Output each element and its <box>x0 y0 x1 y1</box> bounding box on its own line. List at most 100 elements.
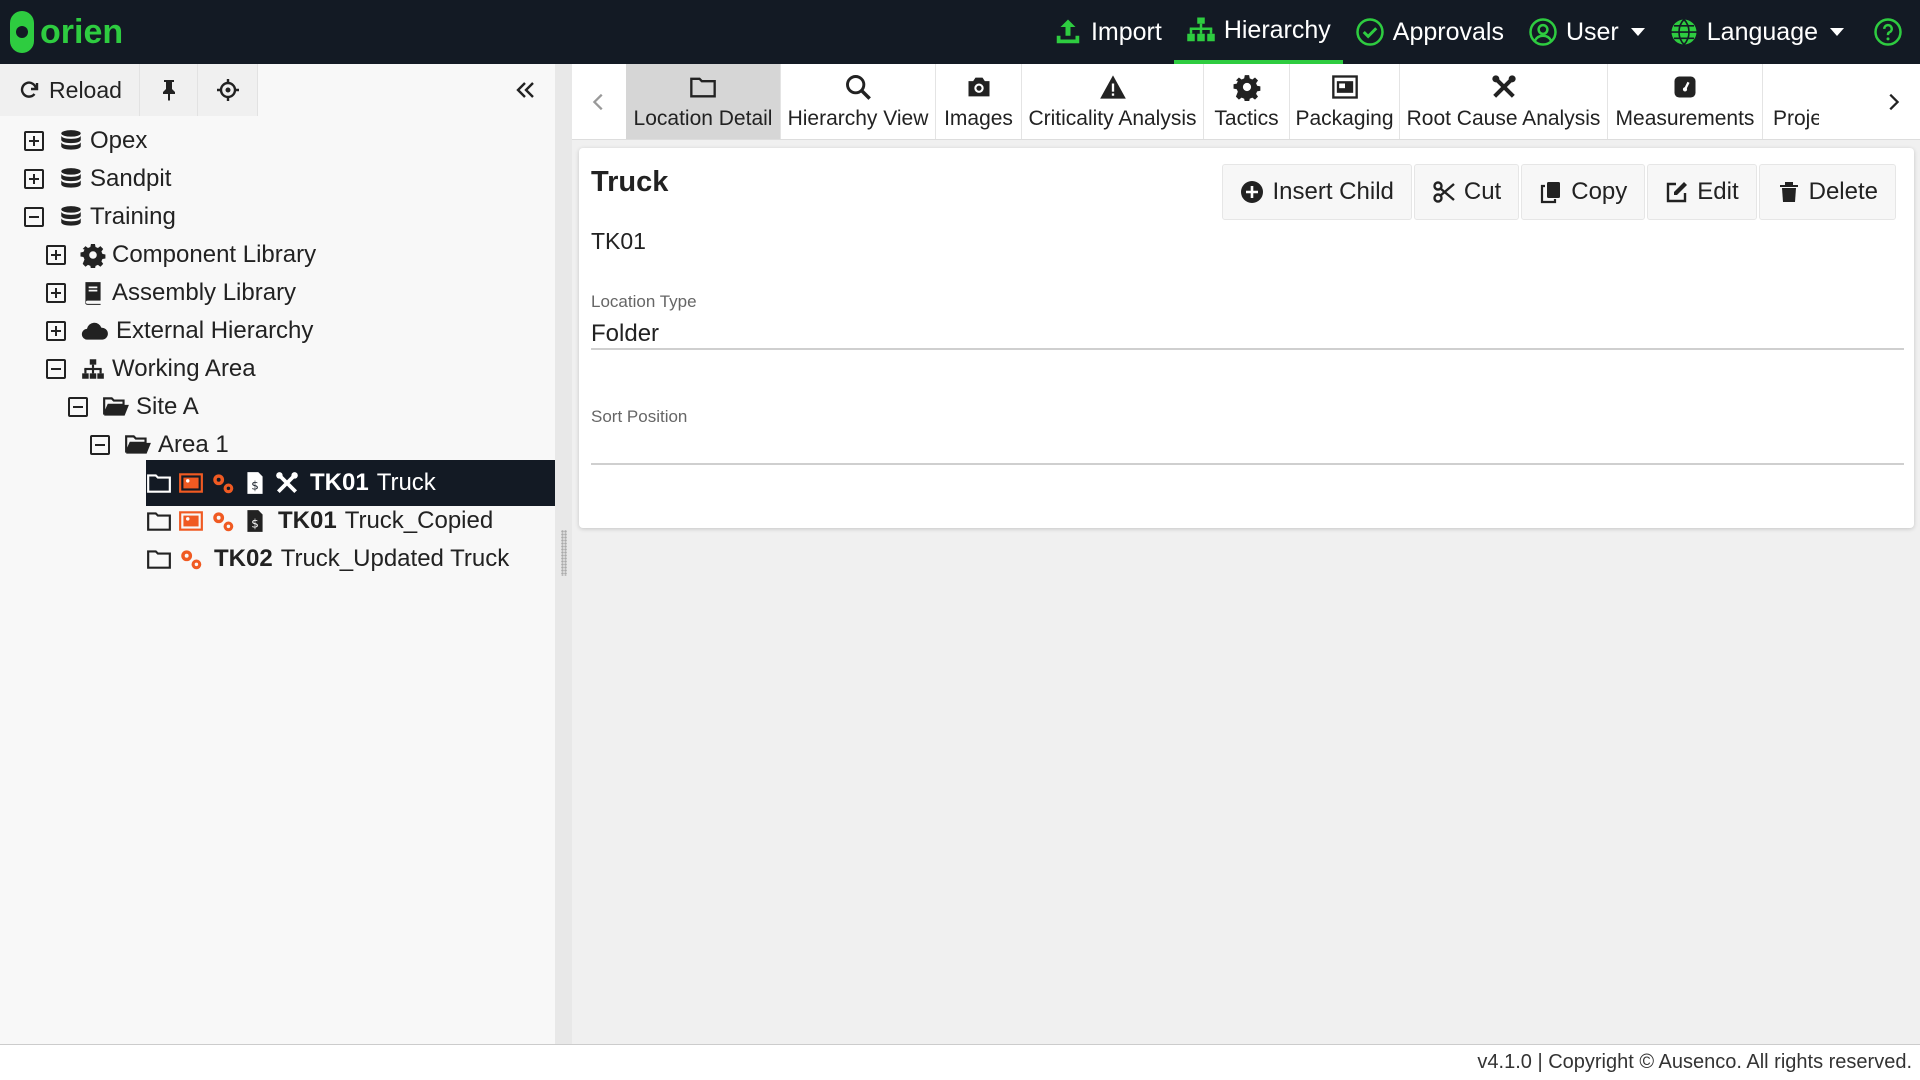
image-icon <box>178 470 204 496</box>
folder-open-icon <box>124 432 152 458</box>
collapse-icon[interactable] <box>46 359 66 379</box>
collapse-panel-button[interactable] <box>258 64 555 116</box>
tree-node-label: Truck_Copied <box>344 507 494 534</box>
crosshair-icon <box>216 79 239 101</box>
footer: v4.1.0 | Copyright © Ausenco. All rights… <box>0 1044 1920 1080</box>
tab-label: Root Cause Analysis <box>1406 107 1601 130</box>
collapse-icon[interactable] <box>68 397 88 417</box>
svg-text:$: $ <box>251 517 259 531</box>
tabs-scroll-right-button[interactable] <box>1866 64 1920 139</box>
cut-button[interactable]: Cut <box>1413 164 1520 220</box>
tree-node-label: Working Area <box>112 355 256 382</box>
location-type-field: Location Type Folder <box>591 292 1904 350</box>
copy-button[interactable]: Copy <box>1521 164 1646 220</box>
gears-icon <box>178 546 204 572</box>
tree-node-label: Assembly Library <box>112 279 297 306</box>
tab-tactics[interactable]: Tactics <box>1204 64 1290 139</box>
tab-packaging[interactable]: Packaging <box>1290 64 1400 139</box>
folder-icon <box>146 508 172 534</box>
panel-splitter[interactable] <box>555 64 572 1044</box>
top-bar: orien Import Hierarchy Approvals User La… <box>0 0 1920 64</box>
orien-logo[interactable]: orien <box>10 10 123 54</box>
splitter-grip[interactable] <box>561 530 567 576</box>
edit-icon <box>1667 182 1688 203</box>
location-code: TK01 <box>591 228 646 254</box>
tab-label: Measurements <box>1615 107 1755 130</box>
nav-language-dropdown[interactable]: Language <box>1657 0 1856 64</box>
caret-down-icon <box>1630 28 1645 36</box>
delete-button[interactable]: Delete <box>1758 164 1896 220</box>
database-icon <box>58 128 84 154</box>
collapse-icon[interactable] <box>90 435 110 455</box>
sitemap-icon <box>80 356 106 382</box>
double-chevron-left-icon <box>516 82 534 98</box>
sort-position-field: Sort Position <box>591 407 1904 465</box>
gauge-icon <box>1674 76 1696 98</box>
tab-label: Hierarchy View <box>787 107 929 130</box>
nav-language-label: Language <box>1706 17 1818 46</box>
folder-icon <box>690 77 716 98</box>
tab-root-cause-analysis[interactable]: Root Cause Analysis <box>1400 64 1608 139</box>
tab-label: Tactics <box>1214 107 1279 130</box>
reload-button[interactable]: Reload <box>0 64 140 116</box>
gears-icon <box>210 470 236 496</box>
tree-node-label: Sandpit <box>90 165 172 192</box>
pin-button[interactable] <box>140 64 198 116</box>
location-detail-card: Truck TK01 Insert Child Cut Copy Edit De… <box>579 148 1914 528</box>
tab-hierarchy-view[interactable]: Hierarchy View <box>781 64 936 139</box>
edit-button[interactable]: Edit <box>1647 164 1757 220</box>
invoice-dollar-icon: $ <box>242 470 268 496</box>
nav-hierarchy[interactable]: Hierarchy <box>1173 0 1343 64</box>
collapse-icon[interactable] <box>24 207 44 227</box>
tree-node-tk02-truck-updated[interactable]: TK02 Truck_Updated Truck <box>146 536 509 582</box>
tab-location-detail[interactable]: Location Detail <box>626 64 781 139</box>
logo-text: orien <box>40 13 124 51</box>
svg-text:$: $ <box>251 479 259 493</box>
folder-icon <box>146 546 172 572</box>
tab-projects[interactable]: Proje <box>1763 64 1819 139</box>
chevron-left-icon <box>592 93 603 111</box>
expand-icon[interactable] <box>24 131 44 151</box>
tabs-scroll-left-button[interactable] <box>572 64 626 139</box>
tree-node-label: Truck_Updated Truck <box>280 545 510 572</box>
tree-node-code: TK01 <box>278 507 337 534</box>
check-circle-icon <box>1356 18 1384 46</box>
trash-icon <box>1779 182 1798 202</box>
nav-approvals-label: Approvals <box>1392 17 1504 46</box>
database-icon <box>58 204 84 230</box>
tree-node-label: External Hierarchy <box>116 317 314 344</box>
nav-user-dropdown[interactable]: User <box>1516 0 1657 64</box>
pin-icon <box>162 80 175 101</box>
expand-icon[interactable] <box>46 321 66 341</box>
invoice-dollar-icon: $ <box>242 508 268 534</box>
expand-icon[interactable] <box>46 283 66 303</box>
expand-icon[interactable] <box>46 245 66 265</box>
insert-child-button[interactable]: Insert Child <box>1222 164 1412 220</box>
tab-label: Packaging <box>1295 107 1394 130</box>
nav-hierarchy-label: Hierarchy <box>1223 15 1331 44</box>
image-icon <box>178 508 204 534</box>
tab-label: Criticality Analysis <box>1028 107 1197 130</box>
tab-label: Images <box>944 107 1013 130</box>
tab-images[interactable]: Images <box>936 64 1022 139</box>
copy-icon <box>1541 182 1561 204</box>
globe-icon <box>1671 18 1697 46</box>
hierarchy-panel: Reload Opex Sandpit Training Component L… <box>0 64 555 1044</box>
insert-child-label: Insert Child <box>1272 178 1394 205</box>
expand-icon[interactable] <box>24 169 44 189</box>
tree-node-label: Component Library <box>112 241 317 268</box>
nav-approvals[interactable]: Approvals <box>1343 0 1516 64</box>
help-button[interactable] <box>1856 0 1920 64</box>
tab-criticality-analysis[interactable]: Criticality Analysis <box>1022 64 1204 139</box>
search-icon <box>846 75 871 100</box>
database-icon <box>58 166 84 192</box>
locate-button[interactable] <box>198 64 258 116</box>
tree-node-code: TK01 <box>310 469 369 496</box>
question-circle-icon <box>1874 18 1902 46</box>
detail-actions: Insert Child Cut Copy Edit Delete <box>1220 164 1896 220</box>
tools-icon <box>1491 75 1516 98</box>
nav-import[interactable]: Import <box>1041 0 1174 64</box>
tab-measurements[interactable]: Measurements <box>1608 64 1763 139</box>
plus-circle-icon <box>1241 181 1264 203</box>
upload-icon <box>1056 19 1080 44</box>
